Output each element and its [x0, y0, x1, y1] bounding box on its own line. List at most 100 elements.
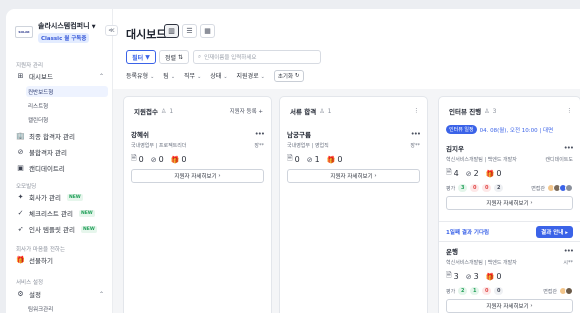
kanban-view-button[interactable]: ▥	[164, 24, 179, 38]
send-icon: ➶	[17, 225, 24, 233]
sidebar-item-settings[interactable]: ⚙ 설정 ⌃	[15, 288, 108, 300]
view-detail-button[interactable]: 지원자 자세히보기 ›	[287, 169, 420, 183]
eval-pass: 3	[458, 184, 468, 192]
chip-registration-type[interactable]: 등록유형 ⌄	[126, 71, 154, 80]
more-icon[interactable]: •••	[255, 130, 265, 138]
sidebar-item-label: 설정	[29, 291, 41, 299]
filter-button[interactable]: 필터 ▼	[126, 50, 156, 64]
sidebar-item-candidate-library[interactable]: ▣ 캔디데이트리	[15, 162, 108, 174]
reset-button[interactable]: 초기화 ↻	[273, 69, 304, 82]
gift-icon: 🎁	[170, 155, 180, 164]
more-icon[interactable]: •••	[411, 130, 421, 138]
sidebar-subitem-list[interactable]: 리스트형	[26, 100, 108, 111]
applicant-name: 김지우	[446, 145, 464, 153]
chevron-down-icon: ⌄	[223, 74, 228, 80]
section-label-applicants: 지원자 관리	[16, 63, 44, 69]
document-icon: 🗎	[131, 154, 137, 162]
applicant-role: 국내영업부 | 영업직	[287, 143, 329, 149]
schedule-time: 04. 08(월), 오전 10:00 | 대면	[479, 127, 554, 134]
add-applicant-button[interactable]: 지원자 등록 +	[230, 107, 263, 115]
new-badge: NEW	[81, 225, 97, 233]
sidebar-subitem-kanban[interactable]: 컨반보드형	[26, 86, 108, 97]
chevron-down-icon: ⌄	[260, 74, 265, 80]
applicant-owner: 장**	[410, 143, 420, 149]
chip-status[interactable]: 상태 ⌄	[210, 71, 227, 80]
check-circle-icon: ✓	[17, 209, 24, 217]
sidebar-item-gift[interactable]: 🎁 선물하기	[15, 254, 108, 266]
section-label-options: 오모빌딩	[16, 184, 37, 190]
chevron-up-icon: ⌃	[98, 72, 104, 80]
column-title: 인터뷰 진행	[449, 108, 482, 116]
document-icon: 🗎	[287, 154, 293, 162]
schedule-badge: 인터뷰 일정	[446, 125, 477, 134]
column-title: 서류 합격	[290, 108, 317, 116]
applicant-card[interactable]: 남궁구름 ••• 국내영업부 | 영업직 장** 🗎 0 ⊘ 1 🎁 0 지원자 자세히보…	[287, 129, 421, 183]
column-count: 1	[169, 107, 174, 115]
applicant-card[interactable]: 운행 ••• 혁신서비스개발팀 | 백엔드 개발자 시** 🗎 3 ⊘ 3 🎁 0 평가 …	[446, 246, 574, 313]
search-input[interactable]: ⌕ 인재이름을 입력하세요	[193, 50, 321, 64]
column-menu-icon[interactable]: ⋮	[414, 108, 420, 114]
library-icon: ▣	[17, 164, 24, 172]
list-view-button[interactable]: ☰	[182, 24, 197, 38]
applicant-card[interactable]: 강혜쉬 ••• 국내영업부 | 프로젝트리더 장** 🗎 0 ⊘ 0 🎁 0 지원자 자세…	[131, 129, 265, 183]
more-icon[interactable]: •••	[564, 144, 574, 152]
applicant-owner: 캔디데이트도	[545, 157, 573, 163]
result-waiting-bar: 1일째 결과 기다림 결과 안내 ▸	[446, 226, 573, 238]
view-detail-button[interactable]: 지원자 자세히보기 ›	[446, 196, 573, 210]
new-badge: NEW	[66, 193, 83, 201]
sidebar-item-label: 회사가 관리	[29, 194, 61, 202]
more-icon[interactable]: •••	[564, 247, 574, 255]
gift-icon: 🎁	[485, 272, 495, 281]
new-badge: NEW	[78, 209, 95, 217]
applicant-card[interactable]: 김지우 ••• 혁신서비스개발팀 | 백엔드 개발자 캔디데이트도 🗎 4 ⊘ 2 🎁 0…	[446, 143, 574, 210]
avatar	[565, 287, 573, 295]
sidebar-item-talent-pool[interactable]: 🏢 최종 합격자 관리	[15, 130, 108, 142]
applicant-owner: 장**	[254, 143, 264, 149]
company-switcher[interactable]: SOLAR 솔라시스템컴퍼니 ▼ Classic 월 구독중	[15, 21, 96, 43]
sidebar-item-hr-template[interactable]: ➶ 인사 템플릿 관리 NEW	[15, 223, 108, 235]
eval-pending: 2	[494, 184, 504, 192]
pin-icon: ⊘	[150, 155, 157, 164]
sidebar-item-label: 체크리스트 관리	[29, 210, 73, 218]
applicant-owner: 시**	[563, 260, 573, 266]
sidebar-item-label: 대시보드	[29, 73, 53, 81]
collapse-sidebar-button[interactable]: ≪	[105, 25, 118, 36]
column-count: 3	[492, 107, 497, 115]
interview-schedule: 인터뷰 일정 04. 08(월), 오전 10:00 | 대면	[446, 125, 573, 134]
column-doc-passed: 서류 합격 ♙ 1 ⋮ 남궁구름 ••• 국내영업부 | 영업직 장** 🗎 0 ⊘ 1 🎁…	[279, 96, 428, 313]
chevron-down-icon: ▼	[91, 24, 96, 30]
sidebar-item-checklist[interactable]: ✓ 체크리스트 관리 NEW	[15, 207, 108, 219]
chevron-down-icon: ⌄	[197, 74, 202, 80]
view-detail-button[interactable]: 지원자 자세히보기 ›	[131, 169, 264, 183]
chip-source[interactable]: 지원경로 ⌄	[237, 71, 265, 80]
main-content: 대시보드 ▥ ☰ ▦ 필터 ▼ 정렬 ⇅ ⌕ 인재이름을 입력하세요 등록유형 ⌄…	[113, 9, 580, 313]
company-logo: SOLAR	[15, 26, 33, 38]
calendar-view-button[interactable]: ▦	[200, 24, 215, 38]
result-notice-button[interactable]: 결과 안내 ▸	[536, 226, 573, 238]
eval-hold: 0	[482, 184, 492, 192]
gear-icon: ⚙	[17, 290, 24, 298]
pin-icon: ⊘	[465, 169, 472, 178]
avatar	[565, 184, 573, 192]
gift-icon: 🎁	[16, 256, 25, 264]
sidebar-subitem-team[interactable]: 팀워크관리	[26, 303, 108, 313]
chip-team[interactable]: 팀 ⌄	[163, 71, 175, 80]
pin-icon: ⊘	[306, 155, 313, 164]
sidebar-item-label: 캔디데이트리	[29, 165, 65, 173]
chevron-up-icon: ⌃	[98, 290, 104, 298]
divider	[439, 221, 580, 222]
view-detail-button[interactable]: 지원자 자세히보기 ›	[446, 299, 573, 313]
chip-job[interactable]: 직무 ⌄	[184, 71, 201, 80]
column-menu-icon[interactable]: ⋮	[567, 108, 573, 114]
kanban-icon: ▥	[168, 27, 175, 35]
sidebar-item-rejected[interactable]: ⊘ 불합격자 관리	[15, 146, 108, 158]
search-placeholder: 인재이름을 입력하세요	[204, 55, 257, 61]
sort-button[interactable]: 정렬 ⇅	[159, 50, 189, 64]
section-label-hiring: 회사가 마음을 전하는	[16, 247, 66, 253]
applicant-role: 국내영업부 | 프로젝트리더	[131, 143, 187, 149]
sidebar-item-dashboard[interactable]: ⊞ 대시보드 ⌃	[15, 70, 108, 82]
chevron-down-icon: ⌄	[150, 74, 155, 80]
sidebar-subitem-calendar[interactable]: 캘린더형	[26, 114, 108, 125]
grid-icon: ⊞	[17, 72, 24, 80]
sidebar-item-company-page[interactable]: ✦ 회사가 관리 NEW	[15, 191, 108, 203]
